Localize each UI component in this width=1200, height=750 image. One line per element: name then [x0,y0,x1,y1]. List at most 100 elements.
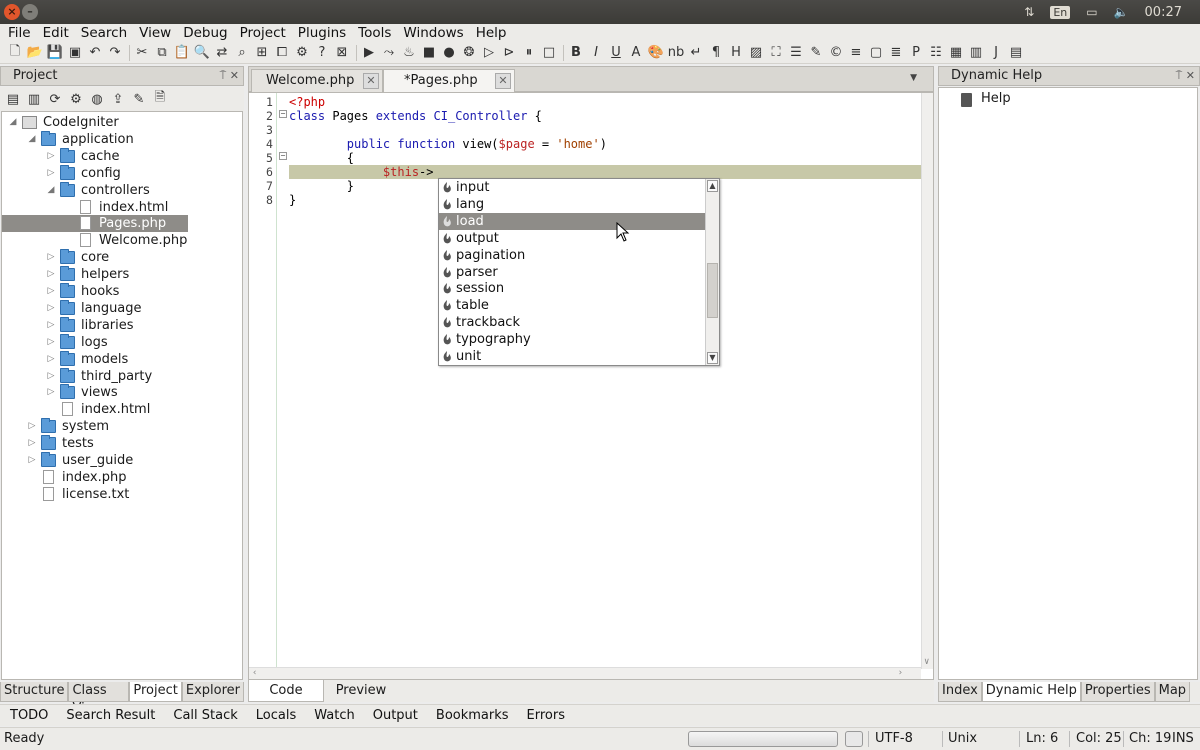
tree-folder[interactable]: ▷ hooks [2,283,242,300]
close-tab-icon[interactable]: ✕ [495,73,511,89]
table-icon[interactable]: ▦ [947,44,965,62]
color-palette-icon[interactable]: 🎨 [647,44,665,62]
autocomplete-item[interactable]: typography [439,331,705,348]
copy-icon[interactable]: ⧉ [153,44,171,62]
image-map-icon[interactable]: ⛶ [767,44,785,62]
network-icon[interactable]: ⇅ [1024,5,1034,19]
find-icon[interactable]: 🔍 [193,44,211,62]
properties-icon[interactable]: 🗎 [151,90,169,108]
tree-folder[interactable]: ▷ core [2,249,242,266]
box-icon[interactable]: ▢ [867,44,885,62]
tree-folder[interactable]: ▷ helpers [2,266,242,283]
tree-file[interactable]: index.html [2,199,242,216]
comment-icon[interactable]: ✎ [807,44,825,62]
tree-root[interactable]: ◢ CodeIgniter [2,114,242,131]
upload-icon[interactable]: ⇪ [109,90,127,108]
tree-folder[interactable]: ▷ logs [2,333,242,351]
collapsed-arrow-icon[interactable]: ▷ [27,418,37,435]
close-all-icon[interactable]: ⊠ [333,44,351,62]
autocomplete-scrollbar[interactable]: ▲ ▼ [705,179,719,365]
javascript-icon[interactable]: J [987,44,1005,62]
tree-file[interactable]: Welcome.php [2,232,242,249]
save-icon[interactable]: 💾 [46,44,64,62]
undo-icon[interactable]: ↶ [86,44,104,62]
dock-tab-errors[interactable]: Errors [518,708,574,723]
collapsed-arrow-icon[interactable]: ▷ [46,300,56,317]
settings-icon[interactable]: ⚙ [293,44,311,62]
tree-folder[interactable]: ▷ third_party [2,367,242,385]
frame-icon[interactable]: ▥ [967,44,985,62]
run-config-icon[interactable]: ⤳ [380,44,398,62]
dock-tab-call-stack[interactable]: Call Stack [164,708,246,723]
menu-search[interactable]: Search [75,24,133,42]
collapsed-arrow-icon[interactable]: ▷ [46,148,56,165]
autocomplete-item[interactable]: parser [439,264,705,281]
tab-structure[interactable]: Structure [0,682,69,702]
dock-tab-bookmarks[interactable]: Bookmarks [427,708,518,723]
tree-folder[interactable]: ◢ application [2,130,242,148]
menu-view[interactable]: View [133,24,177,42]
paste-icon[interactable]: 📋 [173,44,191,62]
project-settings-icon[interactable]: ⚙ [67,90,85,108]
autocomplete-item[interactable]: trackback [439,314,705,331]
pre-icon[interactable]: P [907,44,925,62]
tab-map[interactable]: Map [1154,682,1191,702]
menu-plugins[interactable]: Plugins [292,24,352,42]
menu-windows[interactable]: Windows [397,24,469,42]
scroll-left-icon[interactable]: ‹ [252,668,257,678]
expanded-arrow-icon[interactable]: ◢ [46,182,56,199]
scroll-up-icon[interactable]: ▲ [707,180,718,192]
scroll-right-icon[interactable]: › [898,668,903,678]
clock[interactable]: 00:27 [1145,5,1182,20]
align-center-icon[interactable]: ≡ [847,44,865,62]
close-window-icon[interactable]: × [4,4,20,20]
editor-tab-welcome[interactable]: Welcome.php ✕ [251,69,383,92]
tab-properties[interactable]: Properties [1080,682,1155,702]
bold-icon[interactable]: B [567,44,585,62]
tab-project[interactable]: Project [129,682,182,702]
tab-index[interactable]: Index [938,682,982,702]
flame-icon[interactable]: ♨ [400,44,418,62]
menu-help[interactable]: Help [470,24,513,42]
autocomplete-item[interactable]: session [439,280,705,297]
vertical-scrollbar[interactable]: ∨ [921,93,933,669]
autocomplete-item[interactable]: table [439,297,705,314]
redo-icon[interactable]: ↷ [106,44,124,62]
special-char-icon[interactable]: © [827,44,845,62]
open-file-icon[interactable]: 📂 [26,44,44,62]
tab-preview[interactable]: Preview [324,680,398,702]
tab-dynamic-help[interactable]: Dynamic Help [981,682,1081,702]
dock-tab-search-result[interactable]: Search Result [57,708,164,723]
tree-folder[interactable]: ▷ cache [2,147,242,165]
italic-icon[interactable]: I [587,44,605,62]
new-project-icon[interactable]: ▤ [4,90,22,108]
open-project-icon[interactable]: ▥ [25,90,43,108]
collapsed-arrow-icon[interactable]: ▷ [27,452,37,469]
compare-icon[interactable]: ⊞ [253,44,271,62]
list-icon[interactable]: ☷ [927,44,945,62]
menu-debug[interactable]: Debug [177,24,233,42]
tree-folder[interactable]: ▷ system [2,418,242,435]
debug-icon[interactable]: ❂ [460,44,478,62]
dock-tab-todo[interactable]: TODO [0,708,57,723]
tree-folder[interactable]: ▷ user_guide [2,452,242,469]
expanded-arrow-icon[interactable]: ◢ [27,131,37,148]
collapsed-arrow-icon[interactable]: ▷ [46,317,56,334]
plugin-icon[interactable]: ⧠ [273,44,291,62]
fold-toggle-icon[interactable]: − [279,110,287,118]
help-icon[interactable]: ? [313,44,331,62]
tree-file[interactable]: license.txt [2,486,242,503]
tab-explorer[interactable]: Explorer [181,682,244,702]
underline-icon[interactable]: U [607,44,625,62]
close-tab-icon[interactable]: ✕ [363,73,379,89]
autocomplete-popup[interactable]: input lang load output pagination parser sessi… [438,178,720,366]
menu-file[interactable]: File [0,24,37,42]
break-icon[interactable]: ↵ [687,44,705,62]
heading-icon[interactable]: H [727,44,745,62]
tab-list-dropdown-icon[interactable]: ▼ [910,73,917,83]
refresh-icon[interactable]: ⟳ [46,90,64,108]
dock-tab-locals[interactable]: Locals [247,708,305,723]
tree-file[interactable]: index.html [2,401,242,418]
autocomplete-item[interactable]: output [439,230,705,247]
pause-icon[interactable]: ⏸ [520,44,538,62]
